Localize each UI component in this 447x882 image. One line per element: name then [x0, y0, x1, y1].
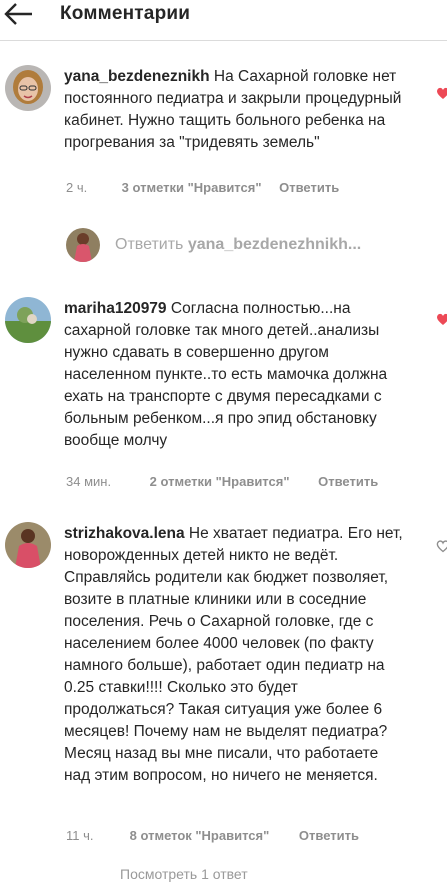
- view-replies-link[interactable]: Посмотреть 1 ответ: [120, 866, 248, 882]
- avatar: [66, 228, 100, 262]
- comment-meta: 11 ч. 8 отметок "Нравится" Ответить: [66, 828, 359, 843]
- comment-body: yana_bezdeneznikh На Сахарной головке не…: [64, 66, 404, 154]
- avatar[interactable]: [5, 65, 51, 111]
- comment-body: strizhakova.lena Не хватает педиатра. Ег…: [64, 523, 404, 787]
- comment-time: 34 мин.: [66, 474, 112, 489]
- comment-username[interactable]: mariha120979: [64, 300, 167, 317]
- reply-input[interactable]: Ответить yana_bezdenezhnikh...: [115, 236, 361, 254]
- reply-button[interactable]: Ответить: [279, 180, 339, 195]
- comment-text: Согласна полностью...на сахарной головке…: [64, 300, 388, 449]
- likes-count[interactable]: 3 отметки "Нравится": [122, 180, 262, 195]
- comment-meta: 34 мин. 2 отметки "Нравится" Ответить: [66, 474, 378, 489]
- reply-input-target: yana_bezdenezhnikh...: [187, 236, 362, 253]
- avatar[interactable]: [5, 522, 51, 568]
- heart-icon[interactable]: [436, 86, 447, 100]
- comment-time: 11 ч.: [66, 828, 94, 843]
- reply-button[interactable]: Ответить: [318, 474, 378, 489]
- header: Комментарии: [0, 0, 447, 41]
- page-title: Комментарии: [60, 3, 191, 24]
- likes-count[interactable]: 2 отметки "Нравится": [150, 474, 290, 489]
- heart-icon[interactable]: [436, 539, 447, 553]
- reply-row: Ответить yana_bezdenezhnikh...: [0, 226, 447, 266]
- comment-username[interactable]: strizhakova.lena: [64, 525, 185, 542]
- comment-username[interactable]: yana_bezdeneznikh: [64, 68, 210, 85]
- comment-time: 2 ч.: [66, 180, 88, 195]
- likes-count[interactable]: 8 отметок "Нравится": [130, 828, 270, 843]
- comment-meta: 2 ч. 3 отметки "Нравится" Ответить: [66, 180, 339, 195]
- reply-button[interactable]: Ответить: [299, 828, 359, 843]
- heart-icon[interactable]: [436, 312, 447, 326]
- avatar[interactable]: [5, 297, 51, 343]
- comment-text: Не хватает педиатра. Его нет, новорожден…: [64, 525, 403, 784]
- reply-input-prefix: Ответить: [115, 236, 184, 253]
- comment-body: mariha120979 Согласна полностью...на сах…: [64, 298, 404, 452]
- back-arrow-icon[interactable]: [2, 2, 38, 32]
